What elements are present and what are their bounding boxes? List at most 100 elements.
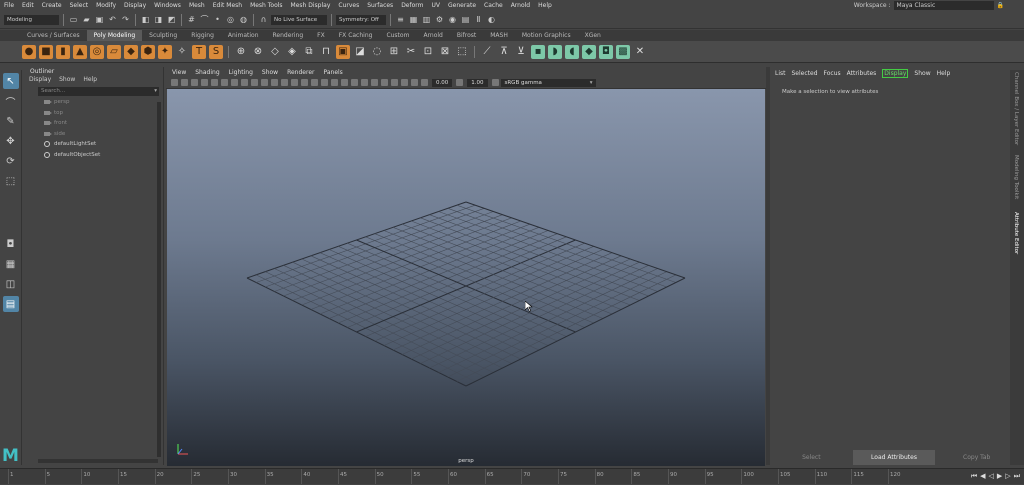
side-tab-channel-box-layer-editor[interactable]: Channel Box / Layer Editor: [1013, 72, 1019, 145]
ae-menu-show[interactable]: Show: [914, 70, 930, 77]
gate-mask-icon[interactable]: [241, 79, 248, 86]
go-to-start-icon[interactable]: ⏮: [971, 472, 977, 481]
arnold-render-icon[interactable]: ◐: [486, 14, 497, 25]
ambient-occlusion-icon[interactable]: [341, 79, 348, 86]
menu-item-generate[interactable]: Generate: [444, 2, 480, 9]
xray-icon[interactable]: [391, 79, 398, 86]
undo-icon[interactable]: ↶: [107, 14, 118, 25]
poly-cube-icon[interactable]: ■: [39, 44, 53, 59]
exposure-icon[interactable]: [421, 79, 428, 86]
shelf-tab-rendering[interactable]: Rendering: [266, 30, 311, 41]
menuset-dropdown[interactable]: Modeling: [4, 14, 59, 25]
outliner-search-input[interactable]: Search... ▾: [38, 87, 159, 96]
mirror-icon[interactable]: ⧉: [302, 45, 316, 59]
append-icon[interactable]: ⊞: [387, 45, 401, 59]
snap-curve-icon[interactable]: ⌒: [199, 14, 210, 25]
gamma-field[interactable]: 1.00: [467, 78, 488, 87]
multi-cut-icon[interactable]: ✂: [404, 45, 418, 59]
construction-history-icon[interactable]: ≡: [395, 14, 406, 25]
poly-cylinder-icon[interactable]: ▮: [56, 44, 70, 59]
outliner-item[interactable]: defaultLightSet: [24, 139, 163, 150]
exposure-field[interactable]: 0.00: [432, 78, 453, 87]
symmetry-dropdown[interactable]: Symmetry: Off: [336, 14, 386, 25]
camera-map-icon[interactable]: ◘: [599, 44, 613, 59]
shelf-tab-fx-caching[interactable]: FX Caching: [332, 30, 380, 41]
shelf-tab-animation[interactable]: Animation: [221, 30, 266, 41]
outliner-vertical-scrollbar[interactable]: [157, 102, 161, 457]
shelf-tab-curves-surfaces[interactable]: Curves / Surfaces: [20, 30, 87, 41]
shelf-tab-arnold[interactable]: Arnold: [416, 30, 449, 41]
select-object-icon[interactable]: ◨: [153, 14, 164, 25]
poly-disc-icon[interactable]: ◆: [124, 44, 138, 59]
lock-icon[interactable]: 🔒: [997, 2, 1004, 9]
workspace-selector[interactable]: Workspace : Maya Classic 🔒: [854, 1, 1004, 10]
xray-joints-icon[interactable]: [401, 79, 408, 86]
menu-item-edit[interactable]: Edit: [18, 2, 38, 9]
outliner-item[interactable]: front: [24, 118, 163, 129]
reduce-icon[interactable]: ⟋: [480, 45, 494, 59]
outliner-item[interactable]: defaultObjectSet: [24, 150, 163, 161]
resolution-gate-icon[interactable]: [231, 79, 238, 86]
load-attributes-button[interactable]: Load Attributes: [852, 450, 936, 465]
step-back-icon[interactable]: ◀: [980, 472, 985, 481]
super-shape-icon[interactable]: ✦: [158, 44, 172, 59]
menu-item-select[interactable]: Select: [66, 2, 93, 9]
unfold-icon[interactable]: ✕: [633, 45, 647, 59]
field-chart-icon[interactable]: [251, 79, 258, 86]
poly-sphere-icon[interactable]: ●: [22, 44, 36, 59]
hypershade-icon[interactable]: ◉: [447, 14, 458, 25]
grid-toggle-icon[interactable]: [211, 79, 218, 86]
magnet-icon[interactable]: ∩: [258, 14, 269, 25]
collapse-icon[interactable]: ⊻: [514, 45, 528, 59]
shelf-tab-mash[interactable]: MASH: [483, 30, 515, 41]
side-by-side-layout-icon[interactable]: ◫: [3, 276, 19, 292]
move-tool-icon[interactable]: ✥: [3, 133, 19, 149]
side-tab-modeling-toolkit[interactable]: Modeling Toolkit: [1013, 155, 1019, 199]
render-view-icon[interactable]: ▤: [460, 14, 471, 25]
menu-item-uv[interactable]: UV: [428, 2, 445, 9]
ae-menu-focus[interactable]: Focus: [824, 70, 841, 77]
menu-item-file[interactable]: File: [0, 2, 18, 9]
lights-icon[interactable]: [321, 79, 328, 86]
perspective-viewport[interactable]: persp: [167, 89, 765, 466]
rotate-tool-icon[interactable]: ⟳: [3, 153, 19, 169]
go-to-end-icon[interactable]: ⏭: [1014, 472, 1020, 481]
menu-item-cache[interactable]: Cache: [480, 2, 507, 9]
play-forwards-icon[interactable]: ▶: [997, 472, 1002, 481]
quad-draw-icon[interactable]: ⬚: [455, 45, 469, 59]
textured-icon[interactable]: [311, 79, 318, 86]
menu-item-modify[interactable]: Modify: [92, 2, 120, 9]
shelf-tab-sculpting[interactable]: Sculpting: [142, 30, 184, 41]
snap-view-icon[interactable]: ◎: [225, 14, 236, 25]
poly-cone-icon[interactable]: ▲: [73, 44, 87, 59]
select-camera-icon[interactable]: [171, 79, 178, 86]
ae-menu-help[interactable]: Help: [937, 70, 951, 77]
shelf-tab-custom[interactable]: Custom: [379, 30, 416, 41]
wireframe-on-shaded-icon[interactable]: [301, 79, 308, 86]
menu-item-create[interactable]: Create: [38, 2, 66, 9]
platonic-solid-icon[interactable]: ⬢: [141, 44, 155, 59]
scale-tool-icon[interactable]: ⬚: [3, 173, 19, 189]
viewport-menu-renderer[interactable]: Renderer: [287, 69, 314, 76]
outliner-menu-display[interactable]: Display: [29, 76, 51, 85]
boolean-icon[interactable]: ◈: [285, 45, 299, 59]
motion-blur-icon[interactable]: [351, 79, 358, 86]
select-button[interactable]: Select: [770, 450, 853, 465]
four-view-layout-icon[interactable]: ▦: [3, 256, 19, 272]
menu-item-windows[interactable]: Windows: [150, 2, 185, 9]
uv-editor-icon[interactable]: ▩: [616, 44, 630, 59]
extrude-icon[interactable]: ▣: [336, 44, 350, 59]
viewport-menu-panels[interactable]: Panels: [323, 69, 342, 76]
connect-icon[interactable]: ⊠: [438, 45, 452, 59]
menu-item-help[interactable]: Help: [534, 2, 556, 9]
outliner-menu-help[interactable]: Help: [83, 76, 97, 85]
ae-menu-list[interactable]: List: [775, 70, 786, 77]
combine-icon[interactable]: ⊕: [234, 45, 248, 59]
open-scene-icon[interactable]: ▰: [81, 14, 92, 25]
fill-hole-icon[interactable]: ◌: [370, 45, 384, 59]
select-tool-icon[interactable]: ↖: [2, 73, 19, 89]
menu-item-display[interactable]: Display: [120, 2, 150, 9]
workspace-dropdown[interactable]: Maya Classic: [893, 1, 994, 10]
anti-aliasing-icon[interactable]: [361, 79, 368, 86]
snap-point-icon[interactable]: •: [212, 14, 223, 25]
